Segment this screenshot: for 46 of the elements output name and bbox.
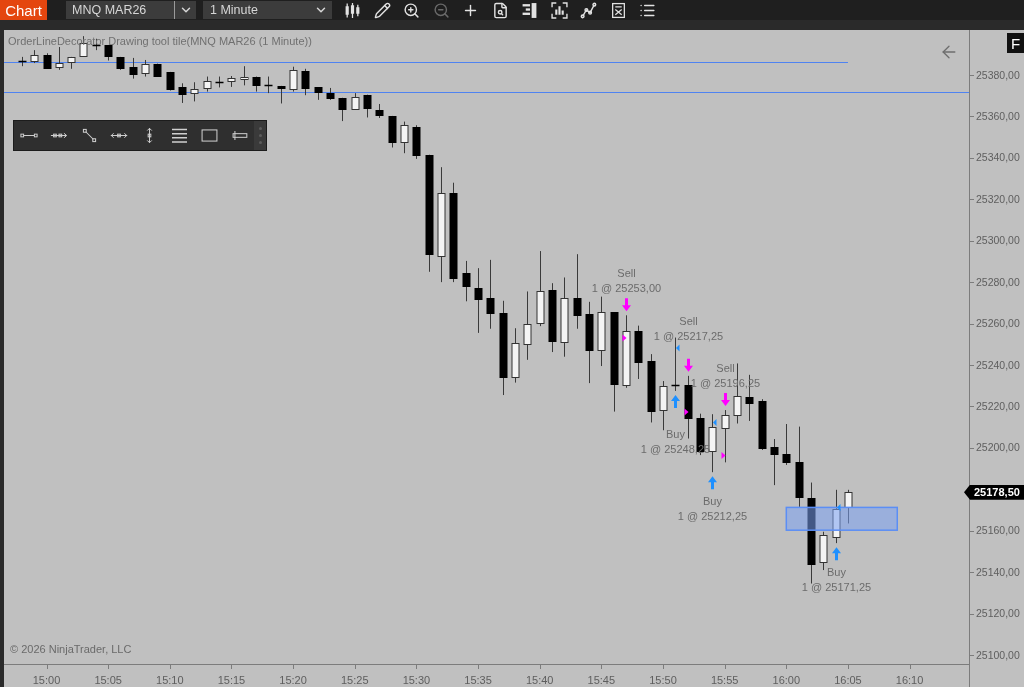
time-label: 15:55: [710, 674, 739, 687]
time-label: 15:30: [402, 674, 431, 687]
price-label: 25140,00: [976, 565, 1020, 579]
time-label: 15:40: [525, 674, 554, 687]
bar-ladder-icon: [521, 1, 539, 19]
price-label: 25360,00: [976, 109, 1020, 123]
copyright-text: © 2026 NinjaTrader, LLC: [10, 643, 132, 656]
time-label: 15:45: [587, 674, 616, 687]
time-label: 15:10: [156, 674, 184, 687]
document-chart-icon: [609, 1, 627, 19]
document-search-icon: [491, 1, 509, 19]
price-label: 25200,00: [976, 441, 1020, 455]
side-button[interactable]: F: [1007, 33, 1024, 53]
dropdown-button[interactable]: [175, 1, 196, 19]
time-label: 16:00: [772, 674, 801, 687]
price-label: 25220,00: [976, 399, 1020, 413]
time-label: 15:15: [217, 674, 246, 687]
interval-dropdown[interactable]: 1 Minute: [203, 1, 332, 19]
time-label: 15:50: [649, 674, 677, 687]
time-label: 15:00: [32, 674, 61, 687]
price-label: 25300,00: [976, 234, 1020, 248]
time-label: 15:35: [464, 674, 492, 687]
time-label: 15:20: [279, 674, 307, 687]
price-label: 25100,00: [976, 648, 1020, 662]
chart-tab[interactable]: Chart: [0, 0, 47, 20]
time-label: 15:05: [94, 674, 122, 687]
price-label: 25380,00: [976, 68, 1020, 82]
price-label: 25320,00: [976, 192, 1020, 206]
execution-price-label: 1 @ 25171,25: [801, 581, 872, 594]
time-label: 16:10: [895, 674, 924, 687]
framed-bar-chart-icon: [550, 1, 568, 19]
price-label: 25240,00: [976, 358, 1020, 372]
price-label: 25120,00: [976, 607, 1020, 621]
price-label: 25280,00: [976, 275, 1020, 289]
last-price-tag: 25178,50: [964, 484, 1024, 500]
line-nodes-icon: [580, 1, 598, 19]
price-label: 25160,00: [976, 524, 1020, 538]
price-label: 25340,00: [976, 151, 1020, 165]
zoom-in-icon: [403, 1, 421, 19]
price-label: 25260,00: [976, 317, 1020, 331]
pencil-icon: [373, 1, 391, 19]
time-label: 16:05: [834, 674, 862, 687]
instrument-field[interactable]: MNQ MAR26: [66, 1, 175, 19]
candlestick-icon: [344, 1, 362, 19]
zoom-out-icon: [432, 1, 450, 19]
time-label: 15:25: [341, 674, 369, 687]
